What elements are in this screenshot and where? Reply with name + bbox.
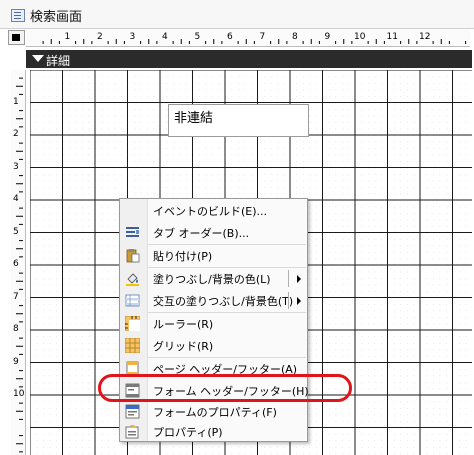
menu-item-alternate-fill[interactable]: 交互の塗りつぶし/背景色(T) [120, 290, 307, 312]
submenu-arrow-icon[interactable] [297, 297, 301, 305]
ruler-number: 1 [64, 32, 71, 42]
submenu-arrow-icon[interactable] [297, 275, 301, 283]
menu-item-fill-color[interactable]: 塗りつぶし/背景の色(L) [120, 268, 307, 290]
unbound-textbox[interactable]: 非連結 [168, 104, 309, 137]
menu-item-tab-order[interactable]: タブ オーダー(B)... [120, 222, 307, 244]
form-properties-icon [125, 404, 140, 419]
highlight-annotation [98, 374, 352, 402]
menu-item-label: ルーラー(R) [153, 318, 214, 331]
horizontal-ruler-ticks [42, 39, 467, 44]
submenu-divider [288, 270, 289, 287]
ruler-number: 6 [227, 32, 233, 42]
form-selector-icon [12, 34, 20, 41]
ruler-number: 8 [292, 32, 298, 42]
menu-item-label: 貼り付け(P) [153, 250, 213, 263]
menu-item-ruler[interactable]: ルーラー(R) [120, 313, 307, 335]
ruler-number: 7 [13, 291, 19, 302]
section-arrow-icon [32, 55, 44, 62]
context-menu: イベントのビルド(E)... タブ オーダー(B)... 貼り付け(P) 塗りつ… [119, 198, 309, 443]
detail-section-bar[interactable]: 詳細 [26, 50, 472, 68]
form-selector[interactable] [8, 30, 25, 45]
ruler-number: 3 [129, 32, 136, 42]
ruler-number: 8 [13, 324, 19, 334]
ruler-number: 5 [13, 226, 19, 237]
menu-item-properties[interactable]: プロパティ(P) [120, 421, 307, 443]
ruler-number: 2 [13, 129, 19, 139]
ruler-number: 5 [194, 32, 201, 42]
menu-item-paste[interactable]: 貼り付け(P) [120, 245, 307, 267]
unbound-textbox-text: 非連結 [174, 111, 214, 126]
ruler-number: 10 [13, 389, 25, 399]
grid-icon [125, 338, 140, 353]
properties-icon [125, 425, 139, 439]
fill-color-icon [126, 273, 139, 286]
menu-item-label: 交互の塗りつぶし/背景色(T) [153, 295, 294, 308]
window-titlebar: 検索画面 [0, 0, 474, 29]
detail-section-label: 詳細 [46, 54, 71, 68]
vertical-ruler[interactable]: 1 2 3 4 5 6 7 8 9 10 [11, 70, 26, 455]
ruler-number: 7 [259, 32, 266, 42]
ruler-number: 12 [419, 32, 431, 42]
ruler-number: 9 [324, 32, 331, 42]
window-title: 検索画面 [30, 10, 83, 25]
menu-item-label: イベントのビルド(E)... [153, 205, 268, 218]
ruler-number: 1 [13, 96, 19, 107]
ruler-number: 10 [354, 32, 366, 42]
horizontal-ruler[interactable]: 1 2 3 4 5 6 7 8 9 10 11 12 [26, 30, 470, 47]
menu-item-label: グリッド(R) [153, 340, 214, 353]
menu-item-label: プロパティ(P) [153, 426, 223, 439]
ruler-number: 4 [162, 32, 168, 42]
menu-item-grid[interactable]: グリッド(R) [120, 335, 307, 357]
ruler-number: 6 [13, 259, 19, 269]
menu-item-build-event[interactable]: イベントのビルド(E)... [120, 200, 307, 222]
tab-order-icon [126, 227, 139, 237]
form-icon [11, 9, 25, 22]
menu-item-form-properties[interactable]: フォームのプロパティ(F) [120, 401, 307, 423]
ruler-number: 11 [386, 32, 398, 42]
menu-item-label: フォームのプロパティ(F) [153, 406, 277, 419]
paste-icon [126, 249, 140, 263]
menu-item-label: タブ オーダー(B)... [153, 227, 250, 240]
ruler-number: 2 [97, 32, 103, 42]
ruler-number: 4 [13, 194, 19, 204]
alternate-fill-icon [125, 294, 140, 307]
ruler-icon [125, 316, 140, 331]
submenu-divider [288, 292, 289, 309]
ruler-number: 3 [13, 161, 19, 172]
menu-item-label: 塗りつぶし/背景の色(L) [153, 273, 271, 286]
ruler-number: 9 [13, 356, 19, 367]
